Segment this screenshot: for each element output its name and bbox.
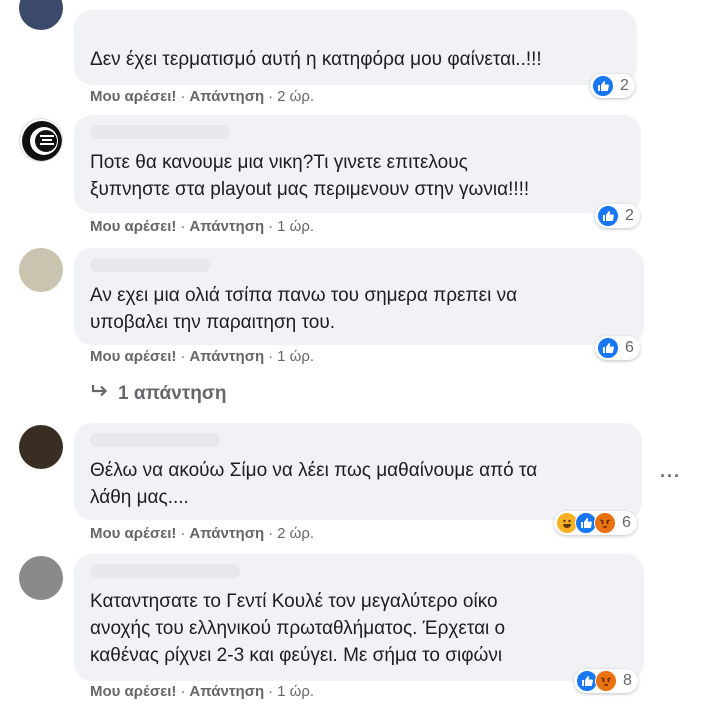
reply-link[interactable]: Απάντηση: [189, 683, 264, 700]
separator: ·: [268, 525, 274, 542]
comment-actions: Μου αρέσει! · Απάντηση · 2 ώρ.: [90, 88, 314, 105]
separator: ·: [180, 525, 186, 542]
comment-bubble: Δεν έχει τερματισμό αυτή η κατηφόρα μου …: [74, 10, 637, 85]
angry-icon: [594, 512, 616, 534]
reply-link[interactable]: Απάντηση: [189, 88, 264, 105]
replies-count: 1 απάντηση: [118, 383, 227, 404]
reaction-count: 2: [620, 77, 629, 94]
more-options-icon[interactable]: ···: [660, 466, 681, 487]
timestamp[interactable]: 1 ώρ.: [277, 218, 314, 235]
timestamp[interactable]: 1 ώρ.: [277, 683, 314, 700]
separator: ·: [268, 88, 274, 105]
reply-arrow-icon: [90, 383, 110, 405]
reaction-summary[interactable]: 6: [595, 336, 640, 360]
angry-icon: [595, 670, 617, 692]
comment-bubble: Αν εχει μια ολιά τσίπα πανω του σημερα π…: [74, 248, 644, 345]
reaction-summary[interactable]: 8: [574, 669, 638, 693]
comment-bubble: Καταντησατε το Γεντί Κουλέ τον μεγαλύτερ…: [74, 554, 644, 681]
separator: ·: [180, 348, 186, 365]
avatar[interactable]: [19, 0, 63, 30]
timestamp[interactable]: 1 ώρ.: [277, 348, 314, 365]
like-link[interactable]: Μου αρέσει!: [90, 525, 176, 542]
reply-link[interactable]: Απάντηση: [189, 348, 264, 365]
author-name[interactable]: [90, 125, 230, 139]
separator: ·: [180, 683, 186, 700]
avatar[interactable]: [19, 248, 63, 292]
separator: ·: [180, 218, 186, 235]
view-replies-link[interactable]: 1 απάντηση: [90, 383, 226, 405]
comment-text: Αν εχει μια ολιά τσίπα πανω του σημερα π…: [90, 285, 518, 333]
timestamp[interactable]: 2 ώρ.: [277, 525, 314, 542]
timestamp[interactable]: 2 ώρ.: [277, 88, 314, 105]
comment-text: Ποτε θα κανουμε μια νικη?Τι γινετε επιτε…: [90, 152, 530, 200]
avatar[interactable]: [19, 425, 63, 469]
reaction-count: 2: [625, 207, 634, 224]
separator: ·: [268, 218, 274, 235]
author-name[interactable]: [90, 258, 210, 272]
separator: ·: [268, 348, 274, 365]
comment-actions: Μου αρέσει! · Απάντηση · 1 ώρ.: [90, 683, 314, 700]
reaction-count: 6: [625, 339, 634, 356]
comment-actions: Μου αρέσει! · Απάντηση · 1 ώρ.: [90, 218, 314, 235]
reply-link[interactable]: Απάντηση: [189, 525, 264, 542]
author-name[interactable]: [90, 564, 240, 578]
reaction-count: 8: [623, 672, 632, 689]
comment-text: Καταντησατε το Γεντί Κουλέ τον μεγαλύτερ…: [90, 591, 506, 666]
avatar[interactable]: [19, 118, 63, 162]
like-link[interactable]: Μου αρέσει!: [90, 348, 176, 365]
like-link[interactable]: Μου αρέσει!: [90, 88, 176, 105]
separator: ·: [268, 683, 274, 700]
reaction-summary[interactable]: 2: [595, 204, 640, 228]
comment-bubble: Ποτε θα κανουμε μια νικη?Τι γινετε επιτε…: [74, 115, 641, 213]
separator: ·: [180, 88, 186, 105]
like-icon: [597, 337, 619, 359]
reaction-summary[interactable]: 6: [554, 511, 637, 535]
like-icon: [597, 205, 619, 227]
comment-bubble: Θέλω να ακούω Σίμο να λέει πως μαθαίνουμ…: [74, 423, 642, 520]
logo-icon: [22, 121, 62, 161]
comment-text: Δεν έχει τερματισμό αυτή η κατηφόρα μου …: [90, 49, 542, 70]
reaction-summary[interactable]: 2: [590, 74, 635, 98]
like-link[interactable]: Μου αρέσει!: [90, 683, 176, 700]
reply-link[interactable]: Απάντηση: [189, 218, 264, 235]
like-icon: [592, 75, 614, 97]
avatar[interactable]: [19, 556, 63, 600]
like-link[interactable]: Μου αρέσει!: [90, 218, 176, 235]
comment-actions: Μου αρέσει! · Απάντηση · 1 ώρ.: [90, 348, 314, 365]
reaction-count: 6: [622, 514, 631, 531]
comment-actions: Μου αρέσει! · Απάντηση · 2 ώρ.: [90, 525, 314, 542]
comment-text: Θέλω να ακούω Σίμο να λέει πως μαθαίνουμ…: [90, 460, 538, 508]
author-name[interactable]: [90, 433, 220, 447]
